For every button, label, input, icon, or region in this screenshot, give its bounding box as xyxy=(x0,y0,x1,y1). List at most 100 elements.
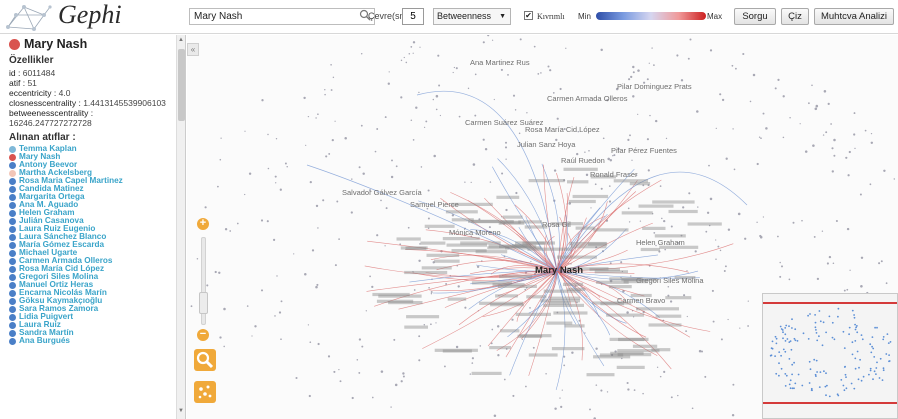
graph-node[interactable] xyxy=(254,325,257,328)
graph-node[interactable] xyxy=(504,146,508,149)
graph-node[interactable] xyxy=(405,61,408,64)
graph-node[interactable] xyxy=(626,311,629,314)
graph-node[interactable] xyxy=(631,159,633,161)
graph-node[interactable] xyxy=(737,212,741,216)
graph-node[interactable] xyxy=(387,82,390,85)
graph-node[interactable] xyxy=(808,102,810,105)
graph-node[interactable] xyxy=(438,84,441,87)
graph-node[interactable] xyxy=(627,207,630,210)
graph-node[interactable] xyxy=(799,123,801,125)
graph-node[interactable] xyxy=(602,137,605,140)
graph-node[interactable] xyxy=(196,257,199,260)
graph-node[interactable] xyxy=(484,147,488,151)
graph-node[interactable] xyxy=(260,289,264,292)
graph-node[interactable] xyxy=(316,283,319,286)
graph-node[interactable] xyxy=(471,357,474,360)
graph-node[interactable] xyxy=(400,380,403,383)
graph-node[interactable] xyxy=(324,93,326,96)
graph-node[interactable] xyxy=(831,147,834,150)
graph-node[interactable] xyxy=(518,132,521,135)
graph-node[interactable] xyxy=(667,285,670,288)
graph-node[interactable] xyxy=(689,38,692,41)
graph-node[interactable] xyxy=(637,113,639,116)
graph-node[interactable] xyxy=(467,87,470,90)
graph-node[interactable] xyxy=(762,112,765,115)
graph-node[interactable] xyxy=(293,253,295,255)
graph-node[interactable] xyxy=(307,324,310,326)
graph-node[interactable] xyxy=(656,366,659,368)
graph-node[interactable] xyxy=(410,46,413,48)
graph-node[interactable] xyxy=(860,285,863,288)
graph-node[interactable] xyxy=(457,285,460,288)
graph-node[interactable] xyxy=(893,178,896,180)
graph-node[interactable] xyxy=(402,372,405,375)
graph-node[interactable] xyxy=(600,389,603,392)
graph-node[interactable] xyxy=(801,219,803,222)
graph-node[interactable] xyxy=(380,199,382,202)
graph-node[interactable] xyxy=(846,227,850,231)
graph-node[interactable] xyxy=(229,230,232,232)
graph-node[interactable] xyxy=(418,259,421,263)
graph-node[interactable] xyxy=(777,235,779,238)
graph-node[interactable] xyxy=(351,396,354,400)
graph-node[interactable] xyxy=(491,328,494,331)
graph-node[interactable] xyxy=(823,90,827,93)
reference-item[interactable]: Ana Burgués xyxy=(9,336,175,345)
graph-node[interactable] xyxy=(308,394,311,398)
graph-node[interactable] xyxy=(694,250,697,253)
graph-node[interactable] xyxy=(220,137,222,139)
graph-node[interactable] xyxy=(554,407,557,410)
graph-node[interactable] xyxy=(639,220,642,222)
graph-node[interactable] xyxy=(700,350,704,353)
graph-node[interactable] xyxy=(633,389,636,391)
graph-node[interactable] xyxy=(360,53,363,55)
graph-node[interactable] xyxy=(437,54,440,57)
graph-node[interactable] xyxy=(358,371,361,374)
graph-node[interactable] xyxy=(742,52,745,56)
graph-node[interactable] xyxy=(630,275,632,277)
graph-node[interactable] xyxy=(720,338,723,341)
graph-node[interactable] xyxy=(600,48,603,52)
graph-node[interactable] xyxy=(360,124,363,127)
graph-node[interactable] xyxy=(532,346,535,349)
graph-node[interactable] xyxy=(504,141,508,144)
graph-node[interactable] xyxy=(600,187,603,190)
graph-node[interactable] xyxy=(526,112,528,114)
graph-node[interactable] xyxy=(833,154,836,157)
graph-node[interactable] xyxy=(646,138,649,141)
graph-node[interactable] xyxy=(332,76,335,79)
graph-node[interactable] xyxy=(412,139,415,141)
graph-node[interactable] xyxy=(445,283,448,285)
graph-node[interactable] xyxy=(430,323,432,326)
graph-node[interactable] xyxy=(846,288,849,291)
graph-node[interactable] xyxy=(779,261,781,264)
graph-node[interactable] xyxy=(512,94,516,97)
graph-node[interactable] xyxy=(474,114,477,117)
graph-node[interactable] xyxy=(412,41,416,44)
graph-node[interactable] xyxy=(388,71,390,73)
graph-node[interactable] xyxy=(394,383,398,387)
graph-node[interactable] xyxy=(830,123,832,125)
graph-node[interactable] xyxy=(311,249,315,252)
graph-node[interactable] xyxy=(608,185,611,187)
graph-node[interactable] xyxy=(380,370,384,373)
graph-node[interactable] xyxy=(827,102,830,106)
graph-node[interactable] xyxy=(479,345,482,347)
graph-node[interactable] xyxy=(725,157,728,160)
graph-node[interactable] xyxy=(244,193,246,196)
graph-node[interactable] xyxy=(571,351,574,354)
graph-node[interactable] xyxy=(816,277,820,281)
graph-node[interactable] xyxy=(739,327,741,329)
graph-node[interactable] xyxy=(505,208,508,212)
graph-node[interactable] xyxy=(630,75,633,79)
graph-node[interactable] xyxy=(501,172,504,175)
graph-node[interactable] xyxy=(705,230,708,233)
graph-node[interactable] xyxy=(275,138,278,140)
graph-node[interactable] xyxy=(427,189,430,192)
graph-node[interactable] xyxy=(848,150,851,154)
graph-node[interactable] xyxy=(691,407,694,410)
graph-node[interactable] xyxy=(327,355,331,358)
graph-node[interactable] xyxy=(344,136,347,140)
graph-node[interactable] xyxy=(595,384,598,386)
graph-node[interactable] xyxy=(476,265,480,269)
